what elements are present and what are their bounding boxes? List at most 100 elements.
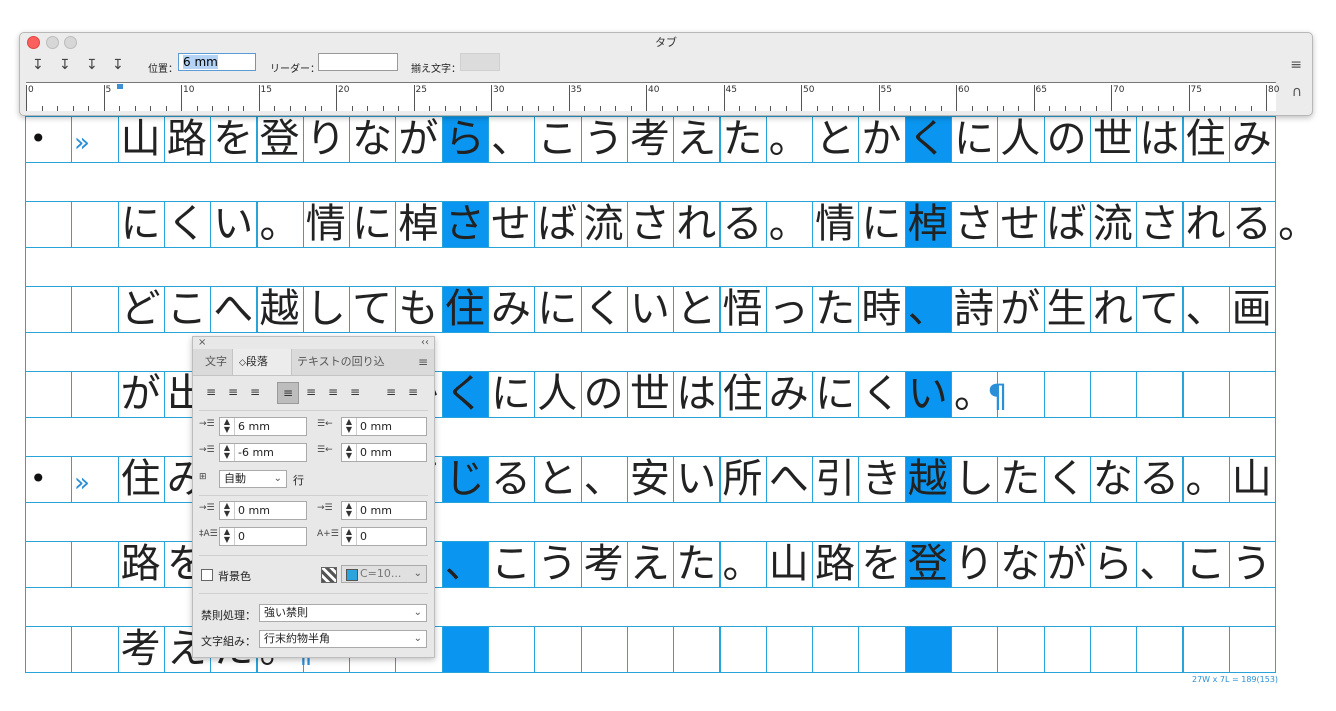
grid-cell [626,626,675,673]
text-glyph: じ [444,456,485,502]
text-glyph: 棹 [907,201,948,247]
right-justified-tab-icon[interactable]: ↧ [86,57,98,73]
text-glyph: か [861,116,902,162]
align-left-icon[interactable]: ≡ [201,382,221,402]
text-glyph: 生 [1046,286,1087,332]
shading-swatch-icon[interactable] [321,567,337,583]
text-glyph: に [491,371,531,417]
text-glyph: 山 [1231,456,1272,502]
text-glyph: の [1046,116,1087,162]
ruler-tick [754,106,756,111]
position-value: 6 mm [183,55,218,69]
text-glyph: 、 [1139,541,1180,587]
tab-character-marker: » [74,128,90,158]
collapse-panel-icon[interactable]: ‹‹ [421,337,429,348]
tab-ruler[interactable]: 0 5 10 15 20 25 30 35 40 45 50 55 60 65 70 75 80 [26,82,1279,111]
ruler-tick [196,106,198,111]
ruler-tick [661,106,663,111]
stepper-icon[interactable]: ▲ ▼ [220,528,235,545]
align-on-input[interactable] [460,53,500,71]
justify-center-icon[interactable]: ≡ [301,382,321,402]
text-glyph: を [213,116,254,162]
text-glyph: 流 [583,201,624,247]
mojikumi-select[interactable]: 行末約物半角 ⌄ [259,630,427,648]
kinsoku-select[interactable]: 強い禁則 ⌄ [259,604,427,622]
text-glyph: る [722,201,763,247]
ruler-tick [444,106,446,111]
column-highlight [905,627,951,672]
chevron-down-icon: ⌄ [413,607,422,618]
stepper-icon[interactable]: ▲ ▼ [342,418,357,435]
shading-color-select[interactable]: C=10... ⌄ [341,565,427,583]
text-glyph: と [676,286,717,332]
ruler-tick [274,106,275,111]
space-after-field[interactable]: ▲ ▼ 0 mm [341,501,427,520]
grid-cell [1228,371,1277,418]
text-glyph: く [861,371,902,417]
drop-cap-lines-field[interactable]: ▲ ▼ 0 [219,527,307,546]
align-center-icon[interactable]: ≡ [223,382,243,402]
align-towards-spine-icon[interactable]: ≡ [381,382,401,402]
grid-cell [71,371,119,418]
ruler-tick [522,106,523,111]
align-away-spine-icon[interactable]: ≡ [403,382,423,402]
ruler-tick [863,106,864,111]
stepper-icon[interactable]: ▲ ▼ [220,444,235,461]
space-before-icon: →☰ [199,503,215,513]
position-input[interactable]: 6 mm [178,53,256,71]
space-before-field[interactable]: ▲ ▼ 0 mm [219,501,307,520]
text-glyph: さ [629,201,670,247]
ruler-number: 20 [338,85,350,95]
drop-cap-chars-field[interactable]: ▲ ▼ 0 [341,527,427,546]
text-glyph: こ [1185,541,1226,587]
last-line-indent-field[interactable]: ▲ ▼ 0 mm [341,443,427,462]
text-glyph: さ [444,201,485,247]
stepper-icon[interactable]: ▲ ▼ [342,528,357,545]
ruler-tick [1126,106,1128,111]
kinsoku-label: 禁則処理： [201,609,256,622]
tab-character[interactable]: 文字 [205,349,227,375]
justify-right-icon[interactable]: ≡ [323,382,343,402]
ruler-tick [1266,85,1267,111]
stepper-icon[interactable]: ▲ ▼ [342,444,357,461]
stepper-icon[interactable]: ▲ ▼ [220,502,235,519]
align-to-decimal-tab-icon[interactable]: ↧ [112,57,124,73]
leading-select[interactable]: 自動 ⌄ [219,470,287,488]
first-line-indent-field[interactable]: ▲ ▼ -6 mm [219,443,307,462]
text-glyph: て [1139,286,1180,332]
ruler-tick [413,85,415,111]
left-justified-tab-icon[interactable]: ↧ [32,57,44,73]
ruler-tick [227,106,229,111]
snap-magnet-icon[interactable]: ∩ [1292,84,1302,100]
shading-checkbox[interactable] [201,569,213,581]
ruler-tick [258,85,260,111]
justify-all-icon[interactable]: ≡ [345,382,365,402]
justify-left-icon[interactable]: ≡ [277,382,299,404]
color-swatch [346,569,358,581]
leader-input[interactable] [318,53,398,71]
tab-paragraph[interactable]: ◇段落 [232,349,292,375]
right-indent-icon: ☰← [317,419,333,429]
text-glyph: 。 [259,201,300,247]
left-indent-field[interactable]: ▲ ▼ 6 mm [219,417,307,436]
ruler-tick [398,106,399,111]
right-indent-field[interactable]: ▲ ▼ 0 mm [341,417,427,436]
text-glyph: な [352,116,393,162]
ruler-tick [1095,106,1097,111]
close-panel-icon[interactable]: × [198,337,206,348]
ruler-tick [103,85,105,111]
tab-text-wrap[interactable]: テキストの回り込 [297,349,385,375]
stepper-icon[interactable]: ▲ ▼ [220,418,235,435]
text-glyph: 人 [1000,116,1041,162]
chevron-updown-icon: ◇ [239,358,246,368]
stepper-icon[interactable]: ▲ ▼ [342,502,357,519]
position-label: 位置： [148,64,178,75]
leading-unit: 行 [293,474,304,487]
text-glyph: 。 [722,541,763,587]
align-right-icon[interactable]: ≡ [245,382,265,402]
center-justified-tab-icon[interactable]: ↧ [59,57,71,73]
text-glyph: せ [1000,201,1041,247]
tab-stop-marker[interactable] [117,84,123,89]
menu-icon[interactable]: ≡ [1290,57,1302,73]
panel-menu-icon[interactable]: ≡ [418,355,428,369]
